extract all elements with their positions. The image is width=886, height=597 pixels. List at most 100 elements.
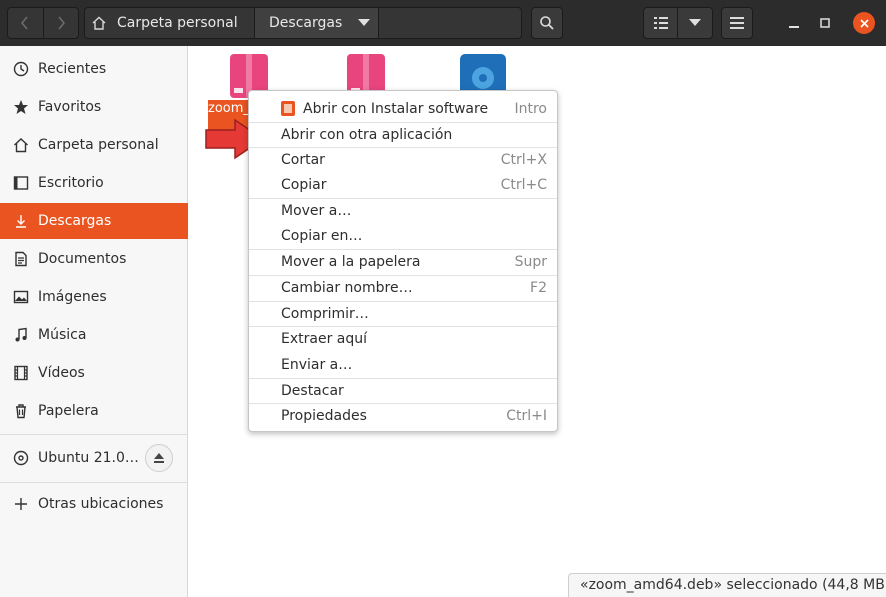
desktop-icon [12,175,29,192]
header-bar: Carpeta personal Descargas [0,0,886,46]
view-toggle-group [643,7,713,39]
maximize-button[interactable] [814,12,836,34]
menu-item-label: Cambiar nombre… [281,279,413,296]
navigation-buttons [7,7,79,39]
menu-item-propiedades[interactable]: Propiedades Ctrl+I [249,403,557,428]
menu-item-label: Abrir con Instalar software [303,100,489,117]
breadcrumb-current[interactable]: Descargas [255,8,379,38]
software-bag-icon [281,101,295,116]
sidebar-item-imagenes[interactable]: Imágenes [0,279,188,315]
view-options-button[interactable] [678,8,712,38]
sidebar-item-descargas[interactable]: Descargas [0,203,188,239]
path-bar: Carpeta personal Descargas [84,7,522,39]
menu-item-extraer-aqui[interactable]: Extraer aquí [249,326,557,351]
sidebar: Recientes Favoritos Carpeta personal Esc… [0,46,188,597]
breadcrumb-empty [379,8,521,38]
breadcrumb-home[interactable]: Carpeta personal [85,8,255,38]
trash-icon [12,403,29,420]
chevron-right-icon [58,16,65,30]
image-icon [12,289,29,306]
sidebar-item-label: Carpeta personal [38,137,159,153]
eject-icon [154,453,164,463]
minimize-icon [789,26,799,28]
clock-icon [12,61,29,78]
sidebar-item-carpeta-personal[interactable]: Carpeta personal [0,127,188,163]
menu-item-accel: Ctrl+I [506,407,547,424]
breadcrumb-label: Descargas [269,15,343,31]
menu-item-accel: Intro [514,100,547,117]
sidebar-separator [0,482,188,483]
sidebar-separator [0,434,188,435]
plus-icon [12,496,29,513]
search-icon [540,16,554,30]
menu-item-copiar[interactable]: Copiar Ctrl+C [249,172,557,197]
menu-item-label: Propiedades [281,407,367,424]
menu-item-accel: Ctrl+C [500,176,547,193]
menu-item-mover-a[interactable]: Mover a… [249,198,557,223]
menu-item-comprimir[interactable]: Comprimir… [249,301,557,326]
chevron-left-icon [21,16,28,30]
sidebar-item-label: Documentos [38,251,127,267]
status-text: «zoom_amd64.deb» seleccionado (44,8 MB) [580,577,886,593]
menu-item-label: Destacar [281,382,344,399]
video-icon [12,365,29,382]
sidebar-item-label: Favoritos [38,99,102,115]
sidebar-item-papelera[interactable]: Papelera [0,393,188,429]
sidebar-item-favoritos[interactable]: Favoritos [0,89,188,125]
menu-item-label: Copiar en… [281,227,363,244]
close-button[interactable] [853,12,875,34]
menu-item-abrir-instalar-software[interactable]: Abrir con Instalar software Intro [249,96,557,121]
sidebar-item-otras-ubicaciones[interactable]: Otras ubicaciones [0,486,188,522]
menu-item-cambiar-nombre[interactable]: Cambiar nombre… F2 [249,275,557,300]
menu-item-label: Cortar [281,151,325,168]
sidebar-item-label: Descargas [38,213,112,229]
list-view-button[interactable] [644,8,678,38]
minimize-button[interactable] [783,12,805,34]
sidebar-item-label: Imágenes [38,289,107,305]
menu-item-cortar[interactable]: Cortar Ctrl+X [249,147,557,172]
chevron-down-icon [358,19,371,26]
menu-item-label: Mover a… [281,202,352,219]
menu-item-enviar-a[interactable]: Enviar a… [249,352,557,377]
menu-item-label: Copiar [281,176,327,193]
menu-item-accel: Supr [514,253,547,270]
menu-item-abrir-otra-aplicacion[interactable]: Abrir con otra aplicación [249,122,557,147]
sidebar-item-recientes[interactable]: Recientes [0,51,188,87]
menu-item-label: Abrir con otra aplicación [281,126,453,143]
list-icon [653,17,668,29]
sidebar-item-label: Papelera [38,403,99,419]
star-icon [12,99,29,116]
disc-icon [12,450,29,467]
music-icon [12,327,29,344]
menu-item-accel: Ctrl+X [500,151,547,168]
menu-item-copiar-en[interactable]: Copiar en… [249,223,557,248]
context-menu: Abrir con Instalar software Intro Abrir … [248,90,558,432]
menu-item-label: Mover a la papelera [281,253,421,270]
sidebar-item-videos[interactable]: Vídeos [0,355,188,391]
forward-button[interactable] [42,8,79,38]
sidebar-item-label: Ubuntu 21.0… [38,450,139,466]
sidebar-item-label: Recientes [38,61,107,77]
eject-button[interactable] [145,444,173,472]
menu-item-accel: F2 [530,279,547,296]
maximize-icon [820,18,830,28]
back-button[interactable] [8,8,43,38]
menu-item-destacar[interactable]: Destacar [249,378,557,403]
breadcrumb-label: Carpeta personal [117,15,238,31]
menu-item-label: Enviar a… [281,356,353,373]
home-icon [92,16,106,30]
search-button[interactable] [531,7,563,39]
sidebar-item-label: Escritorio [38,175,104,191]
download-icon [12,213,29,230]
hamburger-icon [730,17,744,29]
chevron-down-icon [689,19,701,26]
menu-item-mover-papelera[interactable]: Mover a la papelera Supr [249,249,557,274]
sidebar-item-label: Otras ubicaciones [38,496,164,512]
document-icon [12,251,29,268]
sidebar-item-documentos[interactable]: Documentos [0,241,188,277]
sidebar-item-musica[interactable]: Música [0,317,188,353]
sidebar-item-ubuntu-disc[interactable]: Ubuntu 21.0… [0,440,140,476]
sidebar-item-escritorio[interactable]: Escritorio [0,165,188,201]
main-menu-button[interactable] [721,7,753,39]
sidebar-item-label: Vídeos [38,365,85,381]
